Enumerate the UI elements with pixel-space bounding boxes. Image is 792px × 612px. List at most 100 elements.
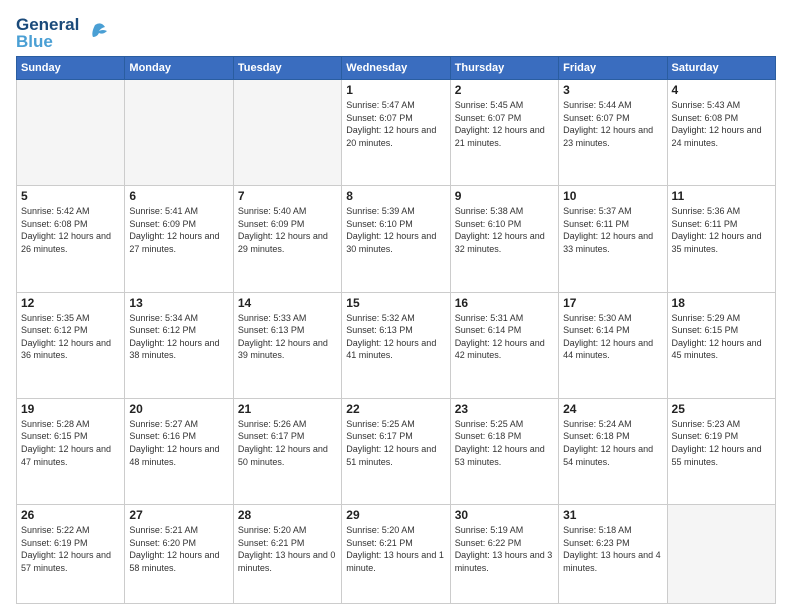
calendar-cell: 21 Sunrise: 5:26 AM Sunset: 6:17 PM Dayl… — [233, 398, 341, 504]
day-number: 3 — [563, 83, 662, 97]
day-number: 2 — [455, 83, 554, 97]
weekday-header-monday: Monday — [125, 57, 233, 80]
weekday-header-wednesday: Wednesday — [342, 57, 450, 80]
logo-bird-icon — [81, 19, 109, 47]
day-number: 23 — [455, 402, 554, 416]
calendar-cell: 30 Sunrise: 5:19 AM Sunset: 6:22 PM Dayl… — [450, 505, 558, 604]
logo-blue: Blue — [16, 33, 79, 50]
calendar-cell — [667, 505, 775, 604]
day-info: Sunrise: 5:19 AM Sunset: 6:22 PM Dayligh… — [455, 524, 554, 574]
day-info: Sunrise: 5:41 AM Sunset: 6:09 PM Dayligh… — [129, 205, 228, 255]
day-info: Sunrise: 5:40 AM Sunset: 6:09 PM Dayligh… — [238, 205, 337, 255]
calendar-cell: 24 Sunrise: 5:24 AM Sunset: 6:18 PM Dayl… — [559, 398, 667, 504]
day-info: Sunrise: 5:38 AM Sunset: 6:10 PM Dayligh… — [455, 205, 554, 255]
calendar-table: SundayMondayTuesdayWednesdayThursdayFrid… — [16, 56, 776, 604]
weekday-header-thursday: Thursday — [450, 57, 558, 80]
week-row-1: 5 Sunrise: 5:42 AM Sunset: 6:08 PM Dayli… — [17, 186, 776, 292]
day-number: 19 — [21, 402, 120, 416]
day-number: 11 — [672, 189, 771, 203]
day-number: 8 — [346, 189, 445, 203]
day-info: Sunrise: 5:24 AM Sunset: 6:18 PM Dayligh… — [563, 418, 662, 468]
calendar-cell: 23 Sunrise: 5:25 AM Sunset: 6:18 PM Dayl… — [450, 398, 558, 504]
day-number: 14 — [238, 296, 337, 310]
day-info: Sunrise: 5:36 AM Sunset: 6:11 PM Dayligh… — [672, 205, 771, 255]
calendar-cell: 6 Sunrise: 5:41 AM Sunset: 6:09 PM Dayli… — [125, 186, 233, 292]
calendar-cell: 27 Sunrise: 5:21 AM Sunset: 6:20 PM Dayl… — [125, 505, 233, 604]
day-info: Sunrise: 5:20 AM Sunset: 6:21 PM Dayligh… — [346, 524, 445, 574]
day-number: 9 — [455, 189, 554, 203]
day-number: 21 — [238, 402, 337, 416]
day-number: 7 — [238, 189, 337, 203]
day-info: Sunrise: 5:47 AM Sunset: 6:07 PM Dayligh… — [346, 99, 445, 149]
day-number: 5 — [21, 189, 120, 203]
calendar-cell: 22 Sunrise: 5:25 AM Sunset: 6:17 PM Dayl… — [342, 398, 450, 504]
day-number: 26 — [21, 508, 120, 522]
calendar-cell: 15 Sunrise: 5:32 AM Sunset: 6:13 PM Dayl… — [342, 292, 450, 398]
day-info: Sunrise: 5:20 AM Sunset: 6:21 PM Dayligh… — [238, 524, 337, 574]
weekday-header-friday: Friday — [559, 57, 667, 80]
day-info: Sunrise: 5:33 AM Sunset: 6:13 PM Dayligh… — [238, 312, 337, 362]
calendar-cell: 11 Sunrise: 5:36 AM Sunset: 6:11 PM Dayl… — [667, 186, 775, 292]
calendar-cell — [233, 80, 341, 186]
day-info: Sunrise: 5:35 AM Sunset: 6:12 PM Dayligh… — [21, 312, 120, 362]
calendar-cell: 31 Sunrise: 5:18 AM Sunset: 6:23 PM Dayl… — [559, 505, 667, 604]
day-number: 16 — [455, 296, 554, 310]
calendar-cell: 14 Sunrise: 5:33 AM Sunset: 6:13 PM Dayl… — [233, 292, 341, 398]
calendar-cell: 2 Sunrise: 5:45 AM Sunset: 6:07 PM Dayli… — [450, 80, 558, 186]
day-number: 15 — [346, 296, 445, 310]
day-info: Sunrise: 5:31 AM Sunset: 6:14 PM Dayligh… — [455, 312, 554, 362]
day-info: Sunrise: 5:22 AM Sunset: 6:19 PM Dayligh… — [21, 524, 120, 574]
calendar-cell — [17, 80, 125, 186]
weekday-header-tuesday: Tuesday — [233, 57, 341, 80]
weekday-header-sunday: Sunday — [17, 57, 125, 80]
day-number: 25 — [672, 402, 771, 416]
calendar-cell: 28 Sunrise: 5:20 AM Sunset: 6:21 PM Dayl… — [233, 505, 341, 604]
day-info: Sunrise: 5:18 AM Sunset: 6:23 PM Dayligh… — [563, 524, 662, 574]
calendar-cell: 17 Sunrise: 5:30 AM Sunset: 6:14 PM Dayl… — [559, 292, 667, 398]
day-number: 12 — [21, 296, 120, 310]
day-info: Sunrise: 5:28 AM Sunset: 6:15 PM Dayligh… — [21, 418, 120, 468]
week-row-2: 12 Sunrise: 5:35 AM Sunset: 6:12 PM Dayl… — [17, 292, 776, 398]
day-number: 20 — [129, 402, 228, 416]
week-row-4: 26 Sunrise: 5:22 AM Sunset: 6:19 PM Dayl… — [17, 505, 776, 604]
calendar-cell: 20 Sunrise: 5:27 AM Sunset: 6:16 PM Dayl… — [125, 398, 233, 504]
day-info: Sunrise: 5:26 AM Sunset: 6:17 PM Dayligh… — [238, 418, 337, 468]
weekday-header-saturday: Saturday — [667, 57, 775, 80]
header: General Blue — [16, 16, 776, 50]
day-info: Sunrise: 5:27 AM Sunset: 6:16 PM Dayligh… — [129, 418, 228, 468]
day-info: Sunrise: 5:25 AM Sunset: 6:18 PM Dayligh… — [455, 418, 554, 468]
calendar-cell: 7 Sunrise: 5:40 AM Sunset: 6:09 PM Dayli… — [233, 186, 341, 292]
day-number: 18 — [672, 296, 771, 310]
day-info: Sunrise: 5:39 AM Sunset: 6:10 PM Dayligh… — [346, 205, 445, 255]
day-number: 13 — [129, 296, 228, 310]
calendar-cell: 3 Sunrise: 5:44 AM Sunset: 6:07 PM Dayli… — [559, 80, 667, 186]
logo: General Blue — [16, 16, 109, 50]
weekday-header-row: SundayMondayTuesdayWednesdayThursdayFrid… — [17, 57, 776, 80]
day-info: Sunrise: 5:44 AM Sunset: 6:07 PM Dayligh… — [563, 99, 662, 149]
calendar-cell: 13 Sunrise: 5:34 AM Sunset: 6:12 PM Dayl… — [125, 292, 233, 398]
day-number: 28 — [238, 508, 337, 522]
day-number: 31 — [563, 508, 662, 522]
calendar-cell: 4 Sunrise: 5:43 AM Sunset: 6:08 PM Dayli… — [667, 80, 775, 186]
day-info: Sunrise: 5:43 AM Sunset: 6:08 PM Dayligh… — [672, 99, 771, 149]
day-info: Sunrise: 5:34 AM Sunset: 6:12 PM Dayligh… — [129, 312, 228, 362]
calendar-cell: 18 Sunrise: 5:29 AM Sunset: 6:15 PM Dayl… — [667, 292, 775, 398]
day-info: Sunrise: 5:25 AM Sunset: 6:17 PM Dayligh… — [346, 418, 445, 468]
day-number: 30 — [455, 508, 554, 522]
day-number: 27 — [129, 508, 228, 522]
day-info: Sunrise: 5:21 AM Sunset: 6:20 PM Dayligh… — [129, 524, 228, 574]
calendar-cell — [125, 80, 233, 186]
day-number: 6 — [129, 189, 228, 203]
calendar-cell: 10 Sunrise: 5:37 AM Sunset: 6:11 PM Dayl… — [559, 186, 667, 292]
day-info: Sunrise: 5:30 AM Sunset: 6:14 PM Dayligh… — [563, 312, 662, 362]
calendar-cell: 29 Sunrise: 5:20 AM Sunset: 6:21 PM Dayl… — [342, 505, 450, 604]
week-row-3: 19 Sunrise: 5:28 AM Sunset: 6:15 PM Dayl… — [17, 398, 776, 504]
day-info: Sunrise: 5:29 AM Sunset: 6:15 PM Dayligh… — [672, 312, 771, 362]
day-info: Sunrise: 5:23 AM Sunset: 6:19 PM Dayligh… — [672, 418, 771, 468]
day-number: 1 — [346, 83, 445, 97]
day-number: 29 — [346, 508, 445, 522]
day-number: 4 — [672, 83, 771, 97]
calendar-cell: 5 Sunrise: 5:42 AM Sunset: 6:08 PM Dayli… — [17, 186, 125, 292]
calendar-cell: 19 Sunrise: 5:28 AM Sunset: 6:15 PM Dayl… — [17, 398, 125, 504]
calendar-cell: 9 Sunrise: 5:38 AM Sunset: 6:10 PM Dayli… — [450, 186, 558, 292]
